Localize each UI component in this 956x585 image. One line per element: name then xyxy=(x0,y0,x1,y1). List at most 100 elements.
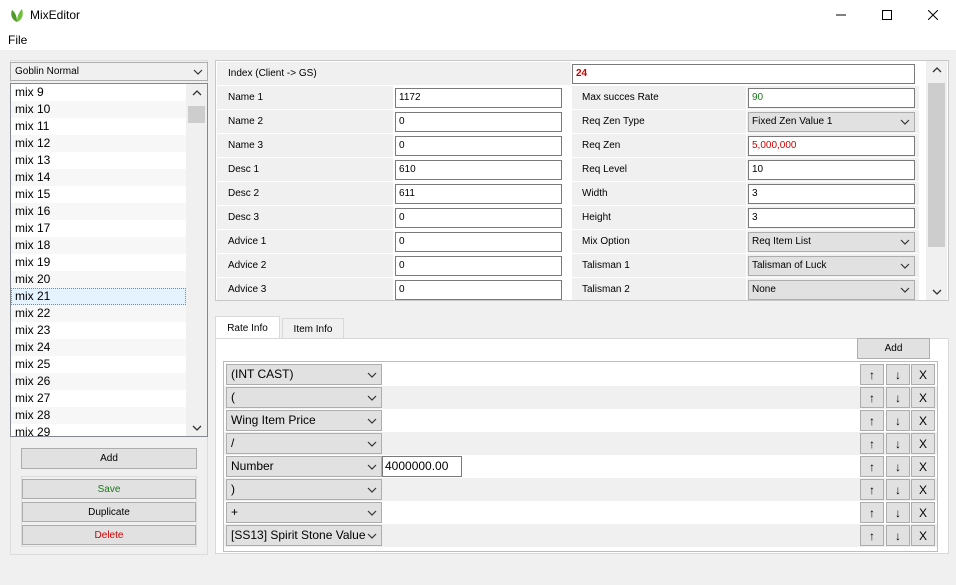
list-item[interactable]: mix 27 xyxy=(11,390,186,407)
rate-number-input[interactable]: 4000000.00 xyxy=(382,456,462,477)
list-item[interactable]: mix 14 xyxy=(11,169,186,186)
list-item[interactable]: mix 29 xyxy=(11,424,186,436)
move-down-button[interactable]: ↓ xyxy=(886,525,910,546)
move-down-button[interactable]: ↓ xyxy=(886,456,910,477)
close-button[interactable] xyxy=(910,0,956,30)
rate-operation-select[interactable]: / xyxy=(226,433,382,454)
property-label: Name 3 xyxy=(217,134,393,157)
delete-button[interactable]: Delete xyxy=(22,525,196,545)
remove-row-button[interactable]: X xyxy=(911,433,935,454)
rate-operation-select[interactable]: ) xyxy=(226,479,382,500)
move-down-button[interactable]: ↓ xyxy=(886,502,910,523)
remove-row-button[interactable]: X xyxy=(911,479,935,500)
property-value-field[interactable]: 0 xyxy=(395,280,562,300)
property-value-field[interactable]: 0 xyxy=(395,256,562,276)
category-select[interactable]: Goblin Normal xyxy=(10,62,208,81)
list-item[interactable]: mix 20 xyxy=(11,271,186,288)
move-up-button[interactable]: ↑ xyxy=(860,433,884,454)
list-item[interactable]: mix 9 xyxy=(11,84,186,101)
scroll-thumb[interactable] xyxy=(188,106,205,123)
property-label: Req Level xyxy=(572,158,746,181)
rate-operation-select[interactable]: ( xyxy=(226,387,382,408)
property-value-field[interactable]: 1172 xyxy=(395,88,562,108)
list-item[interactable]: mix 28 xyxy=(11,407,186,424)
property-value-field[interactable]: 5,000,000 xyxy=(748,136,915,156)
property-value-field[interactable]: 3 xyxy=(748,208,915,228)
property-label: Desc 1 xyxy=(217,158,393,181)
list-item[interactable]: mix 19 xyxy=(11,254,186,271)
index-field[interactable]: 24 xyxy=(572,64,915,84)
list-item[interactable]: mix 16 xyxy=(11,203,186,220)
list-item[interactable]: mix 18 xyxy=(11,237,186,254)
list-item[interactable]: mix 23 xyxy=(11,322,186,339)
list-item[interactable]: mix 21 xyxy=(11,288,186,305)
move-down-button[interactable]: ↓ xyxy=(886,387,910,408)
rate-operation-select[interactable]: + xyxy=(226,502,382,523)
move-up-button[interactable]: ↑ xyxy=(860,364,884,385)
remove-row-button[interactable]: X xyxy=(911,410,935,431)
maximize-icon xyxy=(882,10,892,20)
move-up-button[interactable]: ↑ xyxy=(860,525,884,546)
property-select[interactable]: Fixed Zen Value 1 xyxy=(748,112,915,132)
list-item[interactable]: mix 15 xyxy=(11,186,186,203)
add-mix-button[interactable]: Add xyxy=(21,448,197,469)
list-item[interactable]: mix 25 xyxy=(11,356,186,373)
property-value-field[interactable]: 0 xyxy=(395,208,562,228)
list-item[interactable]: mix 24 xyxy=(11,339,186,356)
tab-item-info[interactable]: Item Info xyxy=(282,318,344,339)
save-button[interactable]: Save xyxy=(22,479,196,499)
scroll-down-button[interactable] xyxy=(186,419,207,436)
duplicate-button[interactable]: Duplicate xyxy=(22,502,196,522)
rate-operation-value: + xyxy=(231,505,239,519)
list-item[interactable]: mix 12 xyxy=(11,135,186,152)
add-rate-button[interactable]: Add xyxy=(857,338,930,359)
menu-file[interactable]: File xyxy=(8,33,27,47)
move-down-button[interactable]: ↓ xyxy=(886,410,910,431)
property-value-field[interactable]: 0 xyxy=(395,232,562,252)
tab-rate-info[interactable]: Rate Info xyxy=(215,316,280,339)
rate-operation-select[interactable]: [SS13] Spirit Stone Value xyxy=(226,525,382,546)
chevron-down-icon xyxy=(367,487,377,493)
move-down-button[interactable]: ↓ xyxy=(886,479,910,500)
remove-row-button[interactable]: X xyxy=(911,502,935,523)
property-value-field[interactable]: 3 xyxy=(748,184,915,204)
grid-scroll-up[interactable] xyxy=(926,61,947,78)
move-down-button[interactable]: ↓ xyxy=(886,364,910,385)
remove-row-button[interactable]: X xyxy=(911,387,935,408)
move-up-button[interactable]: ↑ xyxy=(860,387,884,408)
property-value-field[interactable]: 611 xyxy=(395,184,562,204)
move-up-button[interactable]: ↑ xyxy=(860,502,884,523)
list-item[interactable]: mix 11 xyxy=(11,118,186,135)
mix-list[interactable]: mix 9 mix 10 mix 11 mix 12 mix 13 mix 14 mix 1… xyxy=(10,83,208,437)
move-up-button[interactable]: ↑ xyxy=(860,456,884,477)
remove-row-button[interactable]: X xyxy=(911,456,935,477)
remove-row-button[interactable]: X xyxy=(911,364,935,385)
rate-operation-select[interactable]: Number xyxy=(226,456,382,477)
property-value-field[interactable]: 90 xyxy=(748,88,915,108)
scroll-up-button[interactable] xyxy=(186,84,207,101)
move-up-button[interactable]: ↑ xyxy=(860,410,884,431)
property-value-field[interactable]: 0 xyxy=(395,112,562,132)
property-select[interactable]: Talisman of Luck xyxy=(748,256,915,276)
mix-list-scrollbar[interactable] xyxy=(186,84,207,436)
list-item[interactable]: mix 10 xyxy=(11,101,186,118)
property-value-field[interactable]: 610 xyxy=(395,160,562,180)
list-item[interactable]: mix 22 xyxy=(11,305,186,322)
grid-scrollbar[interactable] xyxy=(926,61,947,300)
list-item[interactable]: mix 17 xyxy=(11,220,186,237)
minimize-button[interactable] xyxy=(818,0,864,30)
rate-operation-select[interactable]: Wing Item Price xyxy=(226,410,382,431)
grid-scroll-down[interactable] xyxy=(926,283,947,300)
grid-scroll-thumb[interactable] xyxy=(928,83,945,247)
list-item[interactable]: mix 26 xyxy=(11,373,186,390)
move-up-button[interactable]: ↑ xyxy=(860,479,884,500)
property-select[interactable]: None xyxy=(748,280,915,300)
remove-row-button[interactable]: X xyxy=(911,525,935,546)
property-select[interactable]: Req Item List xyxy=(748,232,915,252)
move-down-button[interactable]: ↓ xyxy=(886,433,910,454)
maximize-button[interactable] xyxy=(864,0,910,30)
property-value-field[interactable]: 0 xyxy=(395,136,562,156)
list-item[interactable]: mix 13 xyxy=(11,152,186,169)
property-value-field[interactable]: 10 xyxy=(748,160,915,180)
rate-operation-select[interactable]: (INT CAST) xyxy=(226,364,382,385)
